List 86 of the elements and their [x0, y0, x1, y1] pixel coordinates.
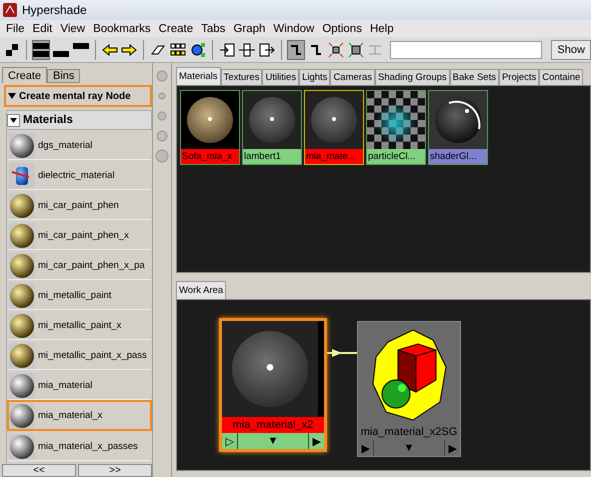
shader-node[interactable]: mia_material_x2 ▷ ▼ ▶ [219, 318, 327, 452]
category-title: Materials [23, 114, 73, 126]
tab[interactable]: Textures [220, 69, 262, 85]
page-button[interactable]: >> [78, 464, 152, 477]
tab[interactable]: Shading Groups [374, 69, 450, 85]
material-sphere-icon [9, 312, 35, 338]
shading-group-icon [358, 322, 460, 424]
menu-item[interactable]: File [2, 22, 29, 34]
sphere-preview-icon [243, 91, 301, 149]
port-button[interactable]: ▷ [222, 433, 237, 449]
app-icon [3, 3, 17, 17]
material-sphere-icon [9, 434, 35, 460]
material-sphere-icon [9, 132, 35, 158]
swatch-label: particleCl... [367, 149, 425, 164]
panel-tab[interactable]: Create [2, 67, 48, 83]
material-swatch[interactable]: lambert1 [242, 90, 302, 165]
tab[interactable]: Projects [498, 69, 540, 85]
port-button[interactable]: ▼ [373, 440, 445, 456]
expand-icon[interactable] [346, 40, 364, 60]
tab[interactable]: Materials [176, 67, 221, 85]
tab[interactable]: Bake Sets [450, 69, 499, 85]
material-item[interactable]: dielectric_material [7, 160, 152, 190]
material-item[interactable]: mia_material_x [7, 400, 152, 431]
material-item[interactable]: mi_car_paint_phen_x [7, 220, 152, 250]
menu-item[interactable]: Create [154, 22, 198, 34]
tab[interactable]: Utilities [262, 69, 300, 85]
material-sphere-icon [9, 252, 35, 278]
swatch-label: Sofa_mia_x [181, 149, 239, 164]
sphere-preview-icon [222, 321, 318, 417]
swatch-label: lambert1 [243, 149, 301, 164]
material-sphere-icon [9, 372, 35, 398]
menu-item[interactable]: Window [269, 22, 318, 34]
shrink-icon[interactable] [326, 40, 345, 60]
menu-item[interactable]: Edit [28, 22, 56, 34]
material-item[interactable]: mi_metallic_paint_x [7, 310, 152, 340]
sphere-preview-icon [305, 91, 363, 149]
category-header[interactable]: Materials [6, 110, 152, 130]
show-button[interactable]: Show [551, 40, 591, 60]
material-item[interactable]: dgs_material [7, 130, 152, 160]
material-item[interactable]: mi_car_paint_phen [7, 190, 152, 220]
menu-item[interactable]: Tabs [197, 22, 230, 34]
material-swatch[interactable]: Sofa_mia_x [180, 90, 240, 165]
material-item[interactable]: mia_material_x_passes [7, 431, 152, 461]
material-swatch[interactable]: mia_mate... [304, 90, 364, 165]
menu-item[interactable]: Bookmarks [89, 22, 155, 34]
node-label: mia_material_x2 [222, 417, 324, 433]
shader-node[interactable]: mia_material_x2SG ▶ ▼ ▶ [357, 321, 461, 457]
tab[interactable]: Lights [299, 69, 330, 85]
material-sphere-icon [9, 192, 35, 218]
material-sphere-icon [9, 222, 35, 248]
menu-item[interactable]: Graph [229, 22, 270, 34]
layout-icon[interactable] [32, 40, 50, 60]
menu-item[interactable]: Help [366, 22, 398, 34]
material-sphere-icon [9, 282, 35, 308]
swatch-label: shaderGl... [429, 149, 487, 164]
material-sphere-icon [9, 342, 35, 368]
graph-layout-icon[interactable] [286, 40, 305, 60]
section-header[interactable]: Create mental ray Node [4, 85, 152, 107]
swatch-label: mia_mate... [305, 149, 363, 164]
material-swatch[interactable]: particleCl... [366, 90, 426, 165]
material-item[interactable]: mi_metallic_paint_x_pass [7, 340, 152, 370]
dropdown-icon[interactable] [7, 114, 20, 126]
window-title: Hypershade [22, 3, 87, 17]
port-button[interactable]: ▶ [445, 440, 460, 456]
section-title: Create mental ray Node [19, 90, 131, 102]
node-label: mia_material_x2SG [358, 424, 460, 440]
checker-preview-icon [367, 91, 425, 149]
expand-triangle-icon[interactable] [8, 93, 16, 99]
tab[interactable]: Work Area [176, 281, 226, 299]
page-button[interactable]: << [2, 464, 76, 477]
tab[interactable]: Cameras [330, 69, 375, 85]
menu-item[interactable]: Options [318, 22, 366, 34]
sphere-preview-icon [429, 91, 487, 149]
material-item[interactable]: mi_metallic_paint [7, 280, 152, 310]
material-item[interactable]: mi_car_paint_phen_x_pa [7, 250, 152, 280]
material-sphere-icon [9, 402, 35, 428]
tab[interactable]: Containe [539, 69, 584, 85]
port-button[interactable]: ▶ [358, 440, 373, 456]
material-swatch[interactable]: shaderGl... [428, 90, 488, 165]
panel-tab[interactable]: Bins [47, 69, 80, 83]
port-button[interactable]: ▼ [237, 433, 309, 449]
menu-item[interactable]: View [56, 22, 90, 34]
material-item[interactable]: mia_material [7, 370, 152, 400]
port-button[interactable]: ▶ [309, 433, 324, 449]
sphere-preview-icon [181, 91, 239, 149]
search-field[interactable] [390, 40, 542, 58]
